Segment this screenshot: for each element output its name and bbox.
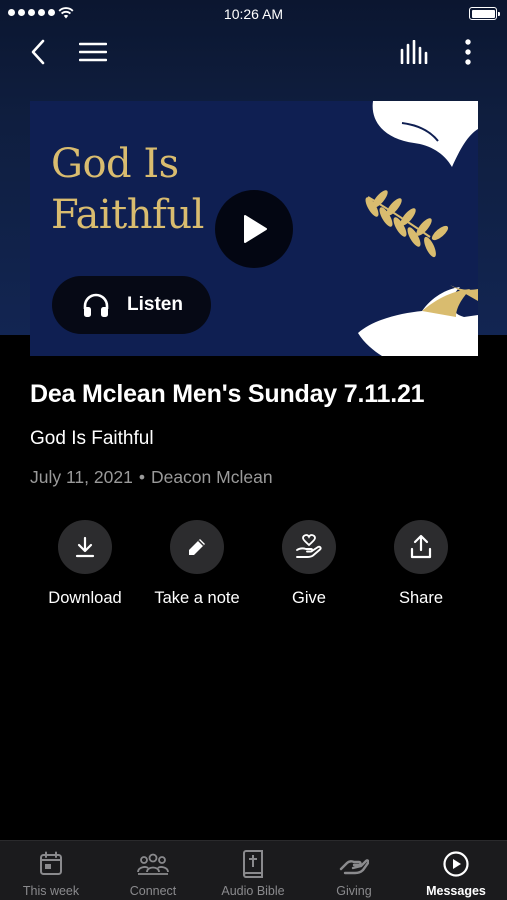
equalizer-icon [400, 40, 428, 64]
download-label: Download [48, 589, 122, 607]
chevron-left-icon [31, 39, 45, 65]
message-date: July 11, 2021 [30, 467, 133, 487]
download-circle[interactable] [58, 520, 112, 574]
artwork-title-line1: God Is [51, 141, 179, 187]
giving-hand-icon [339, 859, 369, 875]
tab-this-week-label: This week [22, 884, 80, 898]
share-circle[interactable] [394, 520, 448, 574]
tab-audio-bible[interactable]: Audio Bible [203, 841, 303, 900]
share-button[interactable]: Share [361, 520, 481, 608]
calendar-icon [40, 851, 62, 875]
play-circle-icon [443, 851, 469, 877]
message-series: God Is Faithful [30, 428, 154, 449]
status-time: 10:26 AM [223, 6, 284, 22]
hamburger-icon [79, 42, 107, 62]
give-label: Give [292, 589, 326, 607]
take-note-label: Take a note [154, 589, 240, 607]
hand-heart-icon [296, 534, 322, 558]
tab-connect-label: Connect [129, 884, 177, 898]
people-icon [137, 853, 169, 875]
bible-icon [243, 850, 263, 878]
tab-this-week[interactable]: This week [1, 841, 101, 900]
bottom-tab-bar: This week Connect Audio Bible Giving Mes… [0, 840, 507, 900]
audio-levels-button[interactable] [396, 36, 432, 68]
take-note-circle[interactable] [170, 520, 224, 574]
more-options-button[interactable] [454, 36, 482, 68]
listen-label: Listen [127, 294, 183, 315]
download-icon [75, 536, 95, 558]
share-label: Share [398, 589, 444, 607]
share-icon [410, 534, 432, 559]
more-vertical-icon [465, 39, 471, 65]
menu-button[interactable] [76, 36, 110, 68]
download-button[interactable]: Download [25, 520, 145, 608]
message-title: Dea Mclean Men's Sunday 7.11.21 [30, 380, 425, 408]
give-button[interactable]: Give [249, 520, 369, 608]
tab-giving[interactable]: Giving [304, 841, 404, 900]
listen-button[interactable]: Listen [52, 276, 211, 334]
play-icon [244, 215, 267, 243]
message-meta: July 11, 2021 • Deacon Mclean [30, 467, 273, 488]
tab-giving-label: Giving [336, 884, 372, 898]
status-bar: 10:26 AM [0, 0, 507, 28]
headphones-icon [83, 293, 109, 317]
tab-audio-bible-label: Audio Bible [221, 884, 285, 898]
message-speaker: Deacon Mclean [150, 467, 273, 487]
play-button[interactable] [215, 190, 293, 268]
tab-messages[interactable]: Messages [406, 841, 506, 900]
battery-icon [469, 7, 500, 20]
tab-connect[interactable]: Connect [103, 841, 203, 900]
give-circle[interactable] [282, 520, 336, 574]
tab-messages-label: Messages [426, 884, 486, 898]
back-button[interactable] [22, 36, 54, 68]
pencil-icon [189, 539, 205, 555]
sermon-artwork: God Is Faithful Listen [30, 101, 478, 356]
meta-separator: • [138, 467, 145, 487]
take-note-button[interactable]: Take a note [137, 520, 257, 608]
